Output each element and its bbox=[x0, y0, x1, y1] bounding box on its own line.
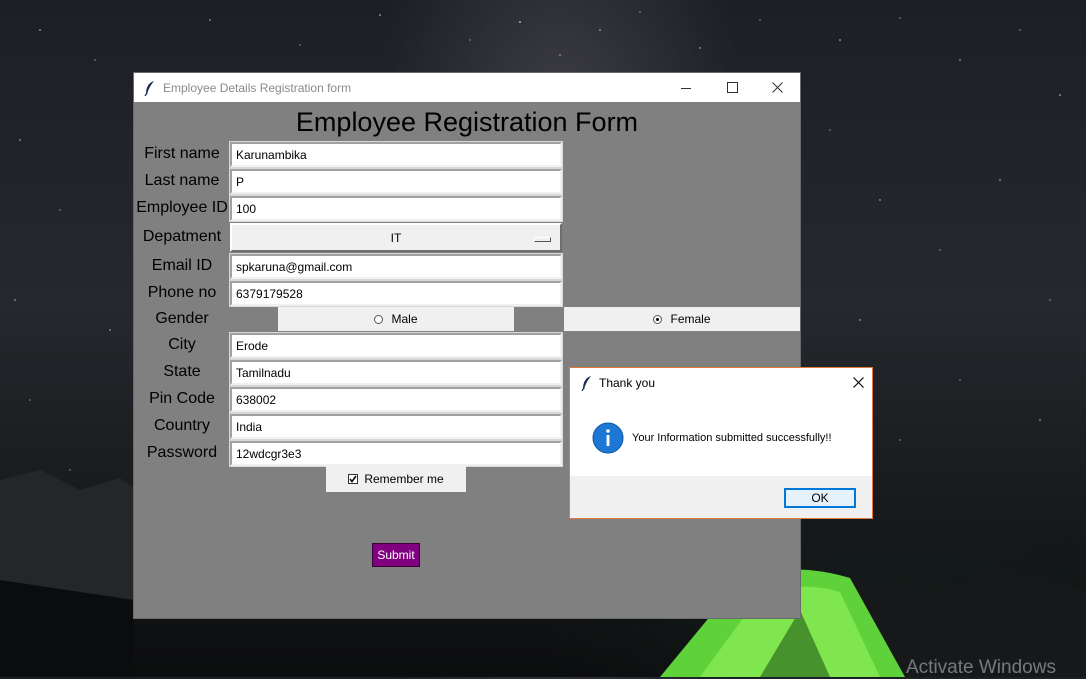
minimize-button[interactable] bbox=[663, 73, 709, 102]
phone-input[interactable] bbox=[232, 283, 560, 304]
last-name-label: Last name bbox=[144, 172, 220, 189]
gender-option-label: Female bbox=[670, 312, 711, 326]
email-field[interactable] bbox=[229, 253, 563, 280]
employee-id-label: Employee ID bbox=[136, 199, 228, 216]
email-label: Email ID bbox=[151, 257, 213, 274]
window-title: Employee Details Registration form bbox=[163, 81, 352, 95]
remember-me-label: Remember me bbox=[364, 472, 444, 486]
radio-on-icon bbox=[653, 314, 663, 324]
submit-button[interactable]: Submit bbox=[372, 543, 420, 567]
dialog-message: Your Information submitted successfully!… bbox=[632, 432, 832, 444]
state-field[interactable] bbox=[229, 359, 563, 386]
city-label: City bbox=[168, 336, 196, 353]
dialog-title: Thank you bbox=[599, 376, 656, 390]
feather-icon bbox=[581, 375, 593, 396]
employee-id-field[interactable] bbox=[229, 195, 563, 222]
activation-watermark: Activate Windows bbox=[906, 657, 1056, 678]
maximize-button[interactable] bbox=[709, 73, 755, 102]
first-name-input[interactable] bbox=[232, 144, 560, 165]
gender-radio-female[interactable]: Female bbox=[564, 307, 800, 331]
state-label: State bbox=[163, 363, 201, 380]
maximize-icon bbox=[726, 82, 738, 93]
first-name-label: First name bbox=[144, 145, 220, 162]
phone-label: Phone no bbox=[147, 284, 217, 301]
remember-me-checkbox[interactable]: Remember me bbox=[326, 466, 466, 492]
minimize-icon bbox=[681, 87, 691, 89]
employee-id-input[interactable] bbox=[232, 198, 560, 219]
dialog-footer: OK bbox=[570, 476, 872, 518]
department-label: Depatment bbox=[142, 228, 222, 245]
pin-code-input[interactable] bbox=[232, 389, 560, 410]
gender-option-label: Male bbox=[391, 312, 418, 326]
close-icon bbox=[771, 82, 783, 93]
phone-field[interactable] bbox=[229, 280, 563, 307]
country-input[interactable] bbox=[232, 416, 560, 437]
radio-off-icon bbox=[374, 314, 384, 324]
pin-code-label: Pin Code bbox=[149, 390, 215, 407]
close-button[interactable] bbox=[754, 73, 800, 102]
gender-radio-male[interactable]: Male bbox=[278, 307, 514, 331]
dialog-close-button[interactable] bbox=[853, 375, 864, 393]
ok-button[interactable]: OK bbox=[784, 488, 856, 508]
password-label: Password bbox=[146, 444, 218, 461]
first-name-field[interactable] bbox=[229, 141, 563, 168]
close-icon bbox=[853, 377, 864, 388]
last-name-field[interactable] bbox=[229, 168, 563, 195]
checkbox-checked-icon bbox=[348, 474, 359, 484]
city-field[interactable] bbox=[229, 332, 563, 359]
gender-label: Gender bbox=[155, 310, 209, 327]
department-dropdown[interactable]: IT bbox=[230, 223, 562, 252]
dropdown-indicator-icon bbox=[534, 237, 551, 242]
thank-you-dialog: Thank you Your Information submitted suc… bbox=[569, 367, 873, 519]
registration-window: Employee Details Registration form Emplo… bbox=[134, 73, 800, 618]
last-name-input[interactable] bbox=[232, 171, 560, 192]
department-value: IT bbox=[390, 230, 402, 245]
info-icon bbox=[592, 422, 624, 459]
email-input[interactable] bbox=[232, 256, 560, 277]
country-label: Country bbox=[153, 417, 211, 434]
feather-icon bbox=[144, 80, 156, 97]
country-field[interactable] bbox=[229, 413, 563, 440]
city-input[interactable] bbox=[232, 335, 560, 356]
password-input[interactable] bbox=[232, 443, 560, 464]
pin-code-field[interactable] bbox=[229, 386, 563, 413]
window-titlebar[interactable]: Employee Details Registration form bbox=[134, 73, 800, 102]
password-field[interactable] bbox=[229, 440, 563, 467]
form-heading: Employee Registration Form bbox=[295, 107, 639, 137]
state-input[interactable] bbox=[232, 362, 560, 383]
